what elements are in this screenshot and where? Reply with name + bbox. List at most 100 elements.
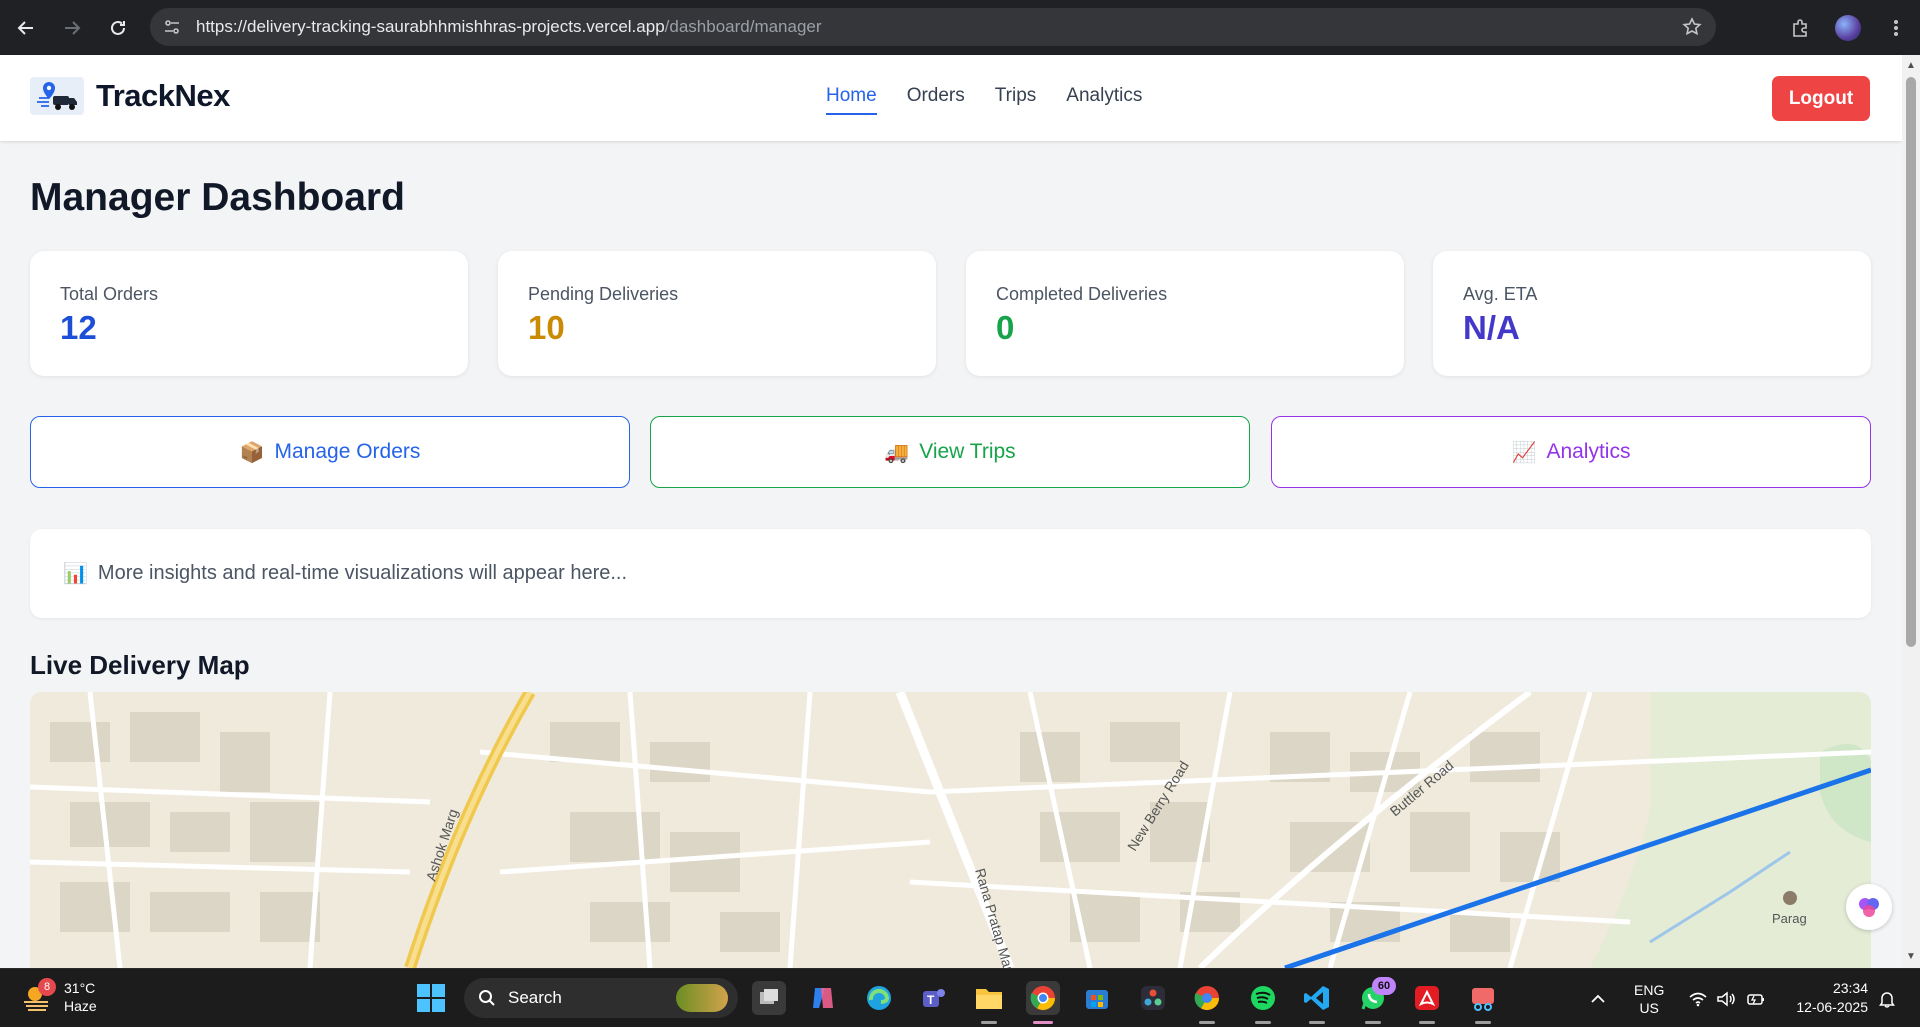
file-explorer-icon[interactable] xyxy=(972,981,1006,1015)
stat-card-completed-deliveries: Completed Deliveries 0 xyxy=(966,251,1404,376)
lang-secondary: US xyxy=(1639,999,1659,1016)
nav-analytics[interactable]: Analytics xyxy=(1066,85,1142,115)
url-path: /dashboard/manager xyxy=(664,17,822,36)
scroll-thumb[interactable] xyxy=(1906,77,1916,647)
main-nav: Home Orders Trips Analytics xyxy=(826,85,1172,115)
map-title: Live Delivery Map xyxy=(30,650,250,680)
brand-link[interactable]: TrackNex xyxy=(30,77,230,115)
map-label-parag: Parag xyxy=(1772,911,1807,926)
truck-icon: 🚚 xyxy=(884,441,910,464)
microsoft-store-icon[interactable] xyxy=(1080,981,1114,1015)
chrome-profile-icon[interactable] xyxy=(1190,981,1224,1015)
weather-widget[interactable]: 8 31°C Haze xyxy=(22,978,97,1015)
search-icon xyxy=(479,990,495,1006)
stat-card-avg-eta: Avg. ETA N/A xyxy=(1433,251,1871,376)
vscode-icon[interactable] xyxy=(1300,981,1334,1015)
stat-label: Total Orders xyxy=(60,284,159,304)
search-highlight-image xyxy=(676,984,728,1012)
weather-badge: 8 xyxy=(38,978,56,996)
active-indicator xyxy=(1033,1021,1053,1024)
assistant-brain-icon[interactable] xyxy=(1846,884,1892,930)
stat-label: Completed Deliveries xyxy=(996,284,1168,304)
chrome-icon-active[interactable] xyxy=(1026,981,1060,1015)
weather-desc: Haze xyxy=(64,998,97,1014)
address-bar[interactable]: https://delivery-tracking-saurabhhmishhr… xyxy=(150,8,1716,46)
logout-button[interactable]: Logout xyxy=(1772,76,1870,121)
volume-icon[interactable] xyxy=(1716,969,1736,1027)
nav-home[interactable]: Home xyxy=(826,85,877,115)
spotify-icon[interactable] xyxy=(1246,981,1280,1015)
stat-card-total-orders: Total Orders 12 xyxy=(30,251,468,376)
haze-sun-icon: 8 xyxy=(22,978,56,1012)
edge-browser-icon[interactable] xyxy=(862,981,896,1015)
insights-placeholder: 📊 More insights and real-time visualizat… xyxy=(30,529,1871,618)
package-icon: 📦 xyxy=(239,441,265,464)
app-header: TrackNex Home Orders Trips Analytics Log… xyxy=(0,55,1902,141)
stat-value: 12 xyxy=(60,309,97,346)
chevron-up-icon xyxy=(1591,994,1605,1003)
task-view-icon[interactable] xyxy=(752,981,786,1015)
snipping-tool-icon[interactable] xyxy=(1466,981,1500,1015)
button-label: Manage Orders xyxy=(274,440,421,463)
notification-bell-icon[interactable] xyxy=(1878,969,1896,1027)
network-icon[interactable] xyxy=(1688,969,1708,1027)
scroll-down-icon[interactable]: ▼ xyxy=(1906,952,1916,962)
windows-start-icon[interactable] xyxy=(416,983,446,1018)
running-indicator xyxy=(1309,1021,1325,1024)
svg-text:T: T xyxy=(927,993,935,1007)
running-indicator xyxy=(1475,1021,1491,1024)
bookmark-star-icon[interactable] xyxy=(1682,17,1702,42)
button-label: View Trips xyxy=(919,440,1016,463)
insights-text: More insights and real-time visualizatio… xyxy=(97,562,628,584)
stat-value: N/A xyxy=(1463,309,1520,346)
manage-orders-button[interactable]: 📦 Manage Orders xyxy=(30,416,630,488)
show-hidden-icons[interactable] xyxy=(1590,969,1606,1027)
lang-primary: ENG xyxy=(1634,981,1665,998)
forward-icon[interactable] xyxy=(52,8,92,48)
davinci-resolve-icon[interactable] xyxy=(1136,981,1170,1015)
stat-card-pending-deliveries: Pending Deliveries 10 xyxy=(498,251,936,376)
brand-name: TrackNex xyxy=(96,78,230,113)
site-settings-icon[interactable] xyxy=(162,17,182,37)
stat-value: 0 xyxy=(996,309,1015,346)
clock-time: 23:34 xyxy=(1832,980,1868,996)
stat-label: Pending Deliveries xyxy=(528,284,679,304)
whatsapp-badge: 60 xyxy=(1372,977,1396,995)
clock-date: 12-06-2025 xyxy=(1796,999,1868,1015)
stat-label: Avg. ETA xyxy=(1463,284,1538,304)
battery-icon[interactable] xyxy=(1746,969,1766,1027)
windows-taskbar: 8 31°C Haze Search T 60 ENG US 23:34 12-… xyxy=(0,968,1920,1027)
view-trips-button[interactable]: 🚚 View Trips xyxy=(650,416,1250,488)
acrobat-icon[interactable] xyxy=(1410,981,1444,1015)
reload-icon[interactable] xyxy=(98,8,138,48)
scroll-up-icon[interactable]: ▲ xyxy=(1906,61,1916,71)
page-scrollbar[interactable]: ▲ ▼ xyxy=(1902,55,1920,968)
browser-toolbar: https://delivery-tracking-saurabhhmishhr… xyxy=(0,0,1920,55)
delivery-logo-icon xyxy=(30,77,84,115)
analytics-button[interactable]: 📈 Analytics xyxy=(1271,416,1871,488)
profile-avatar[interactable] xyxy=(1828,8,1868,48)
url-text: https://delivery-tracking-saurabhhmishhr… xyxy=(196,17,822,37)
stat-value: 10 xyxy=(528,309,565,346)
search-label: Search xyxy=(508,988,562,1007)
nav-trips[interactable]: Trips xyxy=(995,85,1037,115)
button-label: Analytics xyxy=(1546,440,1631,463)
bar-chart-icon: 📊 xyxy=(63,563,88,585)
chart-up-icon: 📈 xyxy=(1511,441,1537,464)
nav-orders[interactable]: Orders xyxy=(907,85,965,115)
menu-kebab-icon[interactable] xyxy=(1876,8,1916,48)
weather-temp: 31°C xyxy=(64,980,96,996)
language-indicator[interactable]: ENG US xyxy=(1634,969,1664,1027)
page-title: Manager Dashboard xyxy=(30,176,405,219)
back-icon[interactable] xyxy=(6,8,46,48)
taskbar-search[interactable]: Search xyxy=(464,978,738,1018)
teams-icon[interactable]: T xyxy=(916,981,950,1015)
taskbar-clock[interactable]: 23:34 12-06-2025 xyxy=(1788,979,1868,1017)
url-host: https://delivery-tracking-saurabhhmishhr… xyxy=(196,17,665,36)
live-delivery-map[interactable]: Ashok Marg Rana Pratap Marg New Berry Ro… xyxy=(30,692,1871,968)
running-indicator xyxy=(1199,1021,1215,1024)
poi-marker-icon[interactable] xyxy=(1783,891,1797,905)
extensions-icon[interactable] xyxy=(1780,8,1820,48)
copilot-icon[interactable] xyxy=(806,981,840,1015)
running-indicator xyxy=(1419,1021,1435,1024)
